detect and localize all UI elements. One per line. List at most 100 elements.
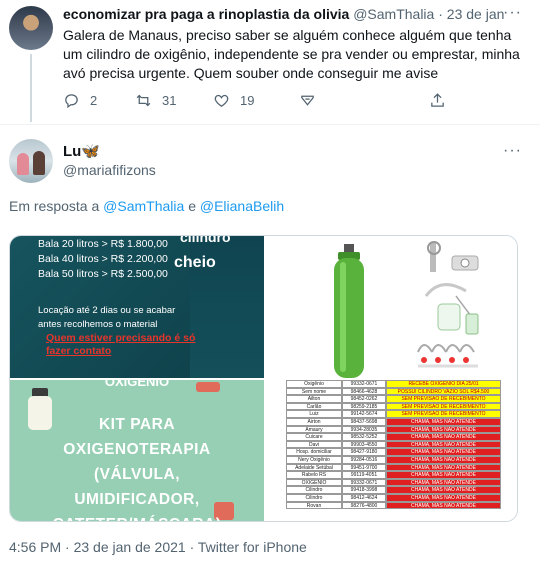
tweet-date[interactable]: 23 de jan — [447, 6, 505, 22]
thread-connector-line — [30, 54, 32, 122]
sheet-cell: Davi — [286, 440, 342, 449]
sheet-cell: Amaury — [286, 425, 342, 434]
react-button[interactable] — [299, 92, 316, 109]
sheet-row: Rabelo RS 99119-4051 CHAMA, MAS NÃO ATENDE — [286, 471, 501, 479]
sheet-cell: CHAMA, MAS NÃO ATENDE — [386, 493, 501, 502]
sheet-cell: Carlão — [286, 402, 342, 411]
sheet-row: Ailton 98452-0262 SEM PREVISÃO DE RECEBIME… — [286, 395, 501, 403]
sheet-cell: 99418-3998 — [342, 486, 386, 494]
tweet-timestamp[interactable]: 4:56 PM · 23 de jan de 2021 · Twitter fo… — [9, 539, 307, 555]
sheet-cell: 99142-5674 — [342, 410, 386, 418]
media-image-4[interactable]: Oxigênio 99332-0671 RECEBE OXIGÊNIO DIA 25… — [266, 380, 517, 521]
like-button[interactable]: 19 — [213, 92, 254, 109]
kit-line: (VÁLVULA, — [93, 466, 180, 483]
sheet-cell: CHAMA, MAS NÃO ATENDE — [386, 486, 501, 494]
sheet-cell: CHAMA, MAS NÃO ATENDE — [386, 433, 501, 441]
image-text: cheio — [174, 254, 216, 271]
reply-count: 2 — [90, 93, 98, 108]
avatar[interactable] — [9, 139, 53, 183]
sheet-cell: POSSUI CILINDRO VAZIO SOL R$4.500 — [386, 387, 501, 396]
sheet-row: Nery Oxigênio 99284-0516 CHAMA, MAS NÃO AT… — [286, 455, 501, 464]
sheet-cell: Nery Oxigênio — [286, 455, 342, 464]
price-line: Bala 40 litros > R$ 2.200,00 — [38, 253, 168, 265]
avatar[interactable] — [9, 6, 53, 50]
mention-link[interactable]: @SamThalia — [103, 198, 184, 214]
tweet-actions: 2 31 19 — [63, 92, 463, 112]
sheet-row: Airton 98437-5698 CHAMA, MAS NÃO ATENDE — [286, 417, 501, 426]
mention-link[interactable]: @ElianaBelih — [200, 198, 284, 214]
like-count: 19 — [240, 93, 255, 108]
sheet-cell: 98532-5252 — [342, 433, 386, 441]
sheet-cell: CHAMA, MAS NÃO ATENDE — [386, 463, 501, 472]
sheet-cell: CHAMA, MAS NÃO ATENDE — [386, 417, 501, 426]
author-name[interactable]: Lu🦋 — [63, 142, 100, 160]
sheet-cell: 98276-4800 — [342, 501, 386, 510]
reply-conjunction: e — [188, 198, 196, 214]
sheet-row: Cilindro 99418-3998 CHAMA, MAS NÃO ATENDE — [286, 486, 501, 494]
sheet-cell: 98412-4624 — [342, 493, 386, 502]
react-icon — [301, 95, 314, 106]
sheet-cell: RECEBE OXIGÊNIO DIA 25/01 — [386, 380, 501, 388]
sheet-row: Cuicare 98532-5252 CHAMA, MAS NÃO ATENDE — [286, 433, 501, 441]
heart-icon — [214, 94, 229, 107]
price-list: Bala 20 litros > R$ 1.800,00 Bala 40 lit… — [38, 237, 168, 282]
sheet-cell: SEM PREVISÃO DE RECEBIMENTO — [386, 402, 501, 411]
sheet-cell: 98452-0262 — [342, 395, 386, 403]
sheet-cell: CHAMA, MAS NÃO ATENDE — [386, 471, 501, 479]
thread-parent-tweet[interactable]: economizar pra paga a rinoplastia da oli… — [0, 0, 540, 124]
sheet-row: Davi 99903-4550 CHAMA, MAS NÃO ATENDE — [286, 440, 501, 449]
retweet-count: 31 — [162, 93, 177, 108]
sheet-cell: 98437-5698 — [342, 417, 386, 426]
sheet-cell: 98466-4628 — [342, 387, 386, 396]
sheet-cell: 99332-0671 — [342, 380, 386, 388]
reply-button[interactable]: 2 — [63, 92, 97, 109]
more-icon[interactable]: ··· — [503, 4, 522, 22]
sheet-cell: Hosp. domiciliar — [286, 448, 342, 456]
sheet-cell: 99119-4051 — [342, 471, 386, 479]
sheet-cell: 99451-9700 — [342, 463, 386, 472]
sheet-cell: Adelaide Setúbal — [286, 463, 342, 472]
sheet-row: Oxigênio 99332-0671 RECEBE OXIGÊNIO DIA 25… — [286, 380, 501, 388]
sheet-cell: 99284-0516 — [342, 455, 386, 464]
sheet-cell: Sem nome — [286, 387, 342, 396]
sheet-row: Cilindro 98412-4624 CHAMA, MAS NÃO ATENDE — [286, 493, 501, 502]
tweet-header: economizar pra paga a rinoplastia da oli… — [63, 6, 504, 22]
sheet-row: Sem nome 98466-4628 POSSUI CILINDRO VAZIO … — [286, 387, 501, 396]
media-grid: cilindro cheio Bala 20 litros > R$ 1.800… — [9, 235, 518, 522]
author-handle[interactable]: @mariafifizons — [63, 162, 156, 178]
image-text: cilindro — [180, 236, 231, 245]
media-image-2[interactable] — [266, 236, 517, 378]
retweet-button[interactable]: 31 — [135, 92, 176, 109]
sheet-row: Hosp. domiciliar 98427-9180 CHAMA, MAS NÃO… — [286, 448, 501, 456]
sheet-cell: Luiz — [286, 410, 342, 418]
author-name[interactable]: economizar pra paga a rinoplastia da oli… — [63, 6, 349, 22]
sheet-cell: 98427-9180 — [342, 448, 386, 456]
kit-text: KIT PARA OXIGENOTERAPIA (VÁLVULA, UMIDIF… — [10, 412, 264, 521]
sheet-cell: CHAMA, MAS NÃO ATENDE — [386, 455, 501, 464]
sheet-cell: Cilindro — [286, 493, 342, 502]
sheet-cell: SEM PREVISÃO DE RECEBIMENTO — [386, 395, 501, 403]
sheet-cell: 99903-4550 — [342, 440, 386, 449]
reply-prefix: Em resposta a — [9, 198, 100, 214]
sheet-cell: 98259-2185 — [342, 402, 386, 411]
media-image-3[interactable]: OXIGÊNIO KIT PARA OXIGENOTERAPIA (VÁLVUL… — [10, 380, 264, 521]
sheet-cell: CHAMA, MAS NÃO ATENDE — [386, 448, 501, 456]
media-image-1[interactable]: cilindro cheio Bala 20 litros > R$ 1.800… — [10, 236, 264, 378]
location-note: Locação até 2 dias ou se acabar antes re… — [38, 305, 176, 330]
divider — [0, 124, 540, 125]
avatar-figure — [33, 151, 45, 175]
more-icon[interactable]: ··· — [503, 142, 522, 160]
sheet-cell: Rabelo RS — [286, 471, 342, 479]
sheet-row: Carlão 98259-2185 SEM PREVISÃO DE RECEBIME… — [286, 402, 501, 411]
sheet-cell: CHAMA, MAS NÃO ATENDE — [386, 440, 501, 449]
sheet-cell: SEM PREVISÃO DE RECEBIMENTO — [386, 410, 501, 418]
sheet-cell: Cuicare — [286, 433, 342, 441]
kit-line: OXIGENOTERAPIA — [63, 441, 211, 458]
sheet-row: Rovan 98276-4800 CHAMA, MAS NÃO ATENDE — [286, 501, 501, 510]
share-button[interactable] — [429, 92, 446, 109]
avatar-figure — [17, 153, 29, 175]
tweet-text: Galera de Manaus, preciso saber se algué… — [63, 27, 520, 81]
sheet-cell: 99332-0671 — [342, 478, 386, 487]
author-handle[interactable]: @SamThalia — [353, 6, 434, 22]
sheet-cell: CHAMA, MAS NÃO ATENDE — [386, 501, 501, 510]
